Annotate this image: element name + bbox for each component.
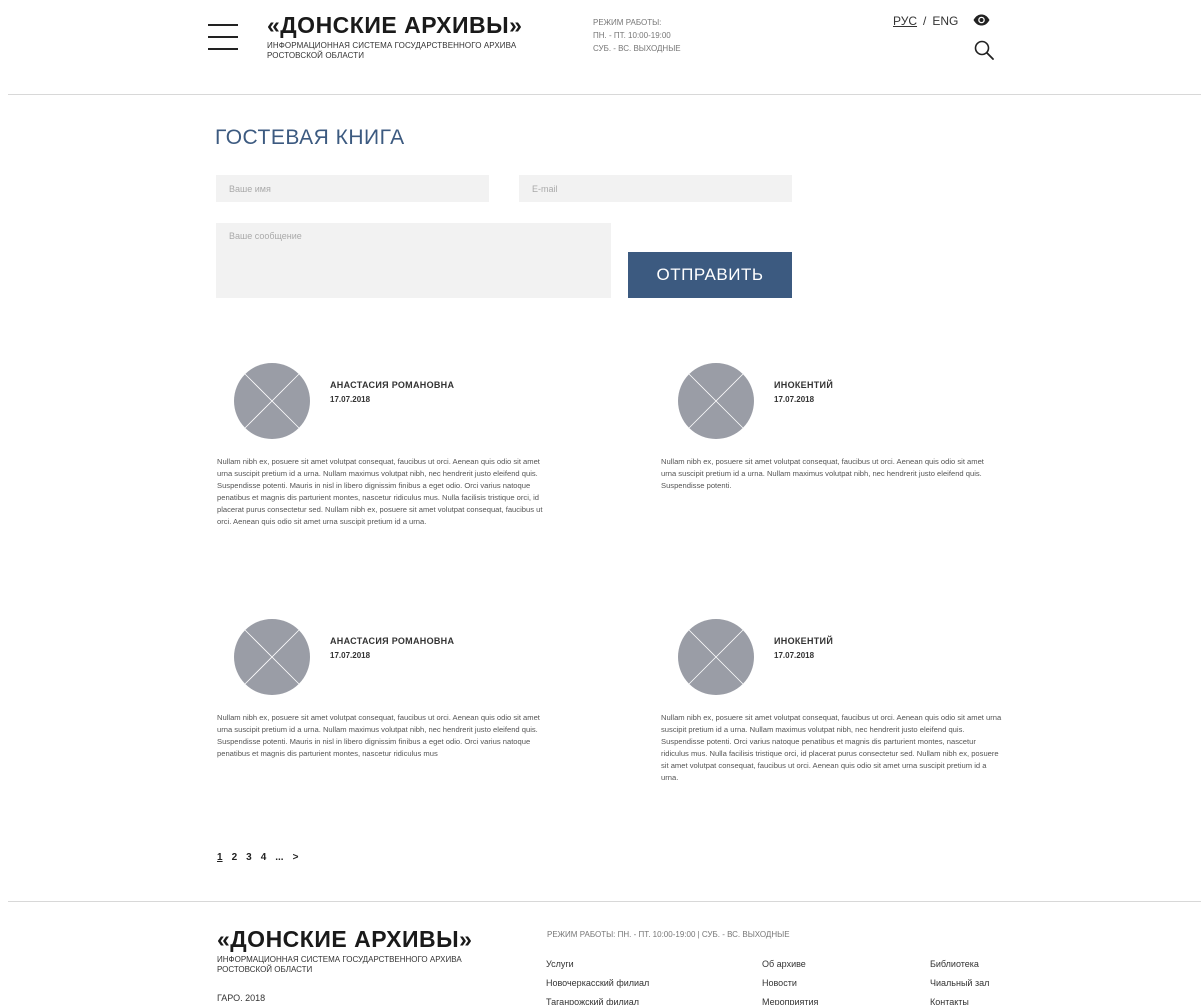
hours-weekdays: ПН. - ПТ. 10:00-19:00 <box>593 31 671 40</box>
lang-separator: / <box>923 14 927 28</box>
page-link[interactable]: 2 <box>232 852 238 863</box>
footer-copyright: ГАРО. 2018 <box>217 993 266 1003</box>
footer-nav-column: Об архиве Новости Мероприятия <box>762 955 818 1005</box>
review-author: ИНОКЕНТИЙ <box>774 636 834 646</box>
footer-logo[interactable]: «ДОНСКИЕ АРХИВЫ» ИНФОРМАЦИОННАЯ СИСТЕМА … <box>217 926 507 975</box>
footer-link[interactable]: Об архиве <box>762 955 818 974</box>
next-page-link[interactable]: > <box>293 852 299 863</box>
page-link[interactable]: 4 <box>261 852 267 863</box>
lang-en-link[interactable]: ENG <box>932 14 958 28</box>
footer-link[interactable]: Библиотека <box>930 955 989 974</box>
footer-logo-title: «ДОНСКИЕ АРХИВЫ» <box>217 926 473 952</box>
language-switcher: РУС / ENG <box>893 14 958 28</box>
review-text: Nullam nibh ex, posuere sit amet volutpa… <box>217 713 540 758</box>
search-icon[interactable] <box>974 40 994 60</box>
footer-link[interactable]: Услуги <box>546 955 649 974</box>
review-date: 17.07.2018 <box>330 651 371 660</box>
logo-title: «ДОНСКИЕ АРХИВЫ» <box>267 12 523 38</box>
footer-hours: РЕЖИМ РАБОТЫ: ПН. - ПТ. 10:00-19:00 | СУ… <box>547 930 790 939</box>
review-date: 17.07.2018 <box>774 395 815 404</box>
footer-link[interactable]: Чиальный зал <box>930 974 989 993</box>
logo-subtitle: ИНФОРМАЦИОННАЯ СИСТЕМА ГОСУДАРСТВЕННОГО … <box>267 41 517 60</box>
submit-button[interactable]: ОТПРАВИТЬ <box>628 252 792 298</box>
hours-weekend: СУБ. - ВС. ВЫХОДНЫЕ <box>593 44 681 53</box>
review-date: 17.07.2018 <box>774 651 815 660</box>
avatar-placeholder-icon <box>234 619 310 695</box>
page-title: ГОСТЕВАЯ КНИГА <box>215 126 405 149</box>
eye-icon[interactable] <box>973 14 990 26</box>
review-date: 17.07.2018 <box>330 395 371 404</box>
footer-divider <box>8 901 1201 902</box>
review-author: ИНОКЕНТИЙ <box>774 380 834 390</box>
footer-link[interactable]: Новости <box>762 974 818 993</box>
message-textarea[interactable] <box>216 223 611 298</box>
pagination: 1 2 3 4... > <box>217 852 307 863</box>
review-author: АНАСТАСИЯ РОМАНОВНА <box>330 380 455 390</box>
working-hours: РЕЖИМ РАБОТЫ: ПН. - ПТ. 10:00-19:00 СУБ.… <box>593 16 681 55</box>
review-text: Nullam nibh ex, posuere sit amet volutpa… <box>217 457 543 526</box>
review-text: Nullam nibh ex, posuere sit amet volutpa… <box>661 457 984 490</box>
site-logo[interactable]: «ДОНСКИЕ АРХИВЫ» ИНФОРМАЦИОННАЯ СИСТЕМА … <box>267 12 557 61</box>
review-text: Nullam nibh ex, posuere sit amet volutpa… <box>661 713 1002 782</box>
footer-link[interactable]: Новочеркасский филиал <box>546 974 649 993</box>
review-author: АНАСТАСИЯ РОМАНОВНА <box>330 636 455 646</box>
footer-logo-subtitle: ИНФОРМАЦИОННАЯ СИСТЕМА ГОСУДАРСТВЕННОГО … <box>217 955 462 974</box>
email-input[interactable] <box>519 175 792 202</box>
page-ellipsis[interactable]: ... <box>275 852 283 863</box>
page-link[interactable]: 1 <box>217 852 223 863</box>
footer-link[interactable]: Контакты <box>930 993 989 1005</box>
name-input[interactable] <box>216 175 489 202</box>
avatar-placeholder-icon <box>678 363 754 439</box>
avatar-placeholder-icon <box>234 363 310 439</box>
footer-link[interactable]: Мероприятия <box>762 993 818 1005</box>
footer-nav-column: Библиотека Чиальный зал Контакты <box>930 955 989 1005</box>
lang-ru-link[interactable]: РУС <box>893 14 917 28</box>
page-link[interactable]: 3 <box>246 852 252 863</box>
menu-icon[interactable] <box>208 24 238 52</box>
footer-nav-column: Услуги Новочеркасский филиал Таганрожски… <box>546 955 649 1005</box>
avatar-placeholder-icon <box>678 619 754 695</box>
footer-link[interactable]: Таганрожский филиал <box>546 993 649 1005</box>
hours-label: РЕЖИМ РАБОТЫ: <box>593 18 662 27</box>
